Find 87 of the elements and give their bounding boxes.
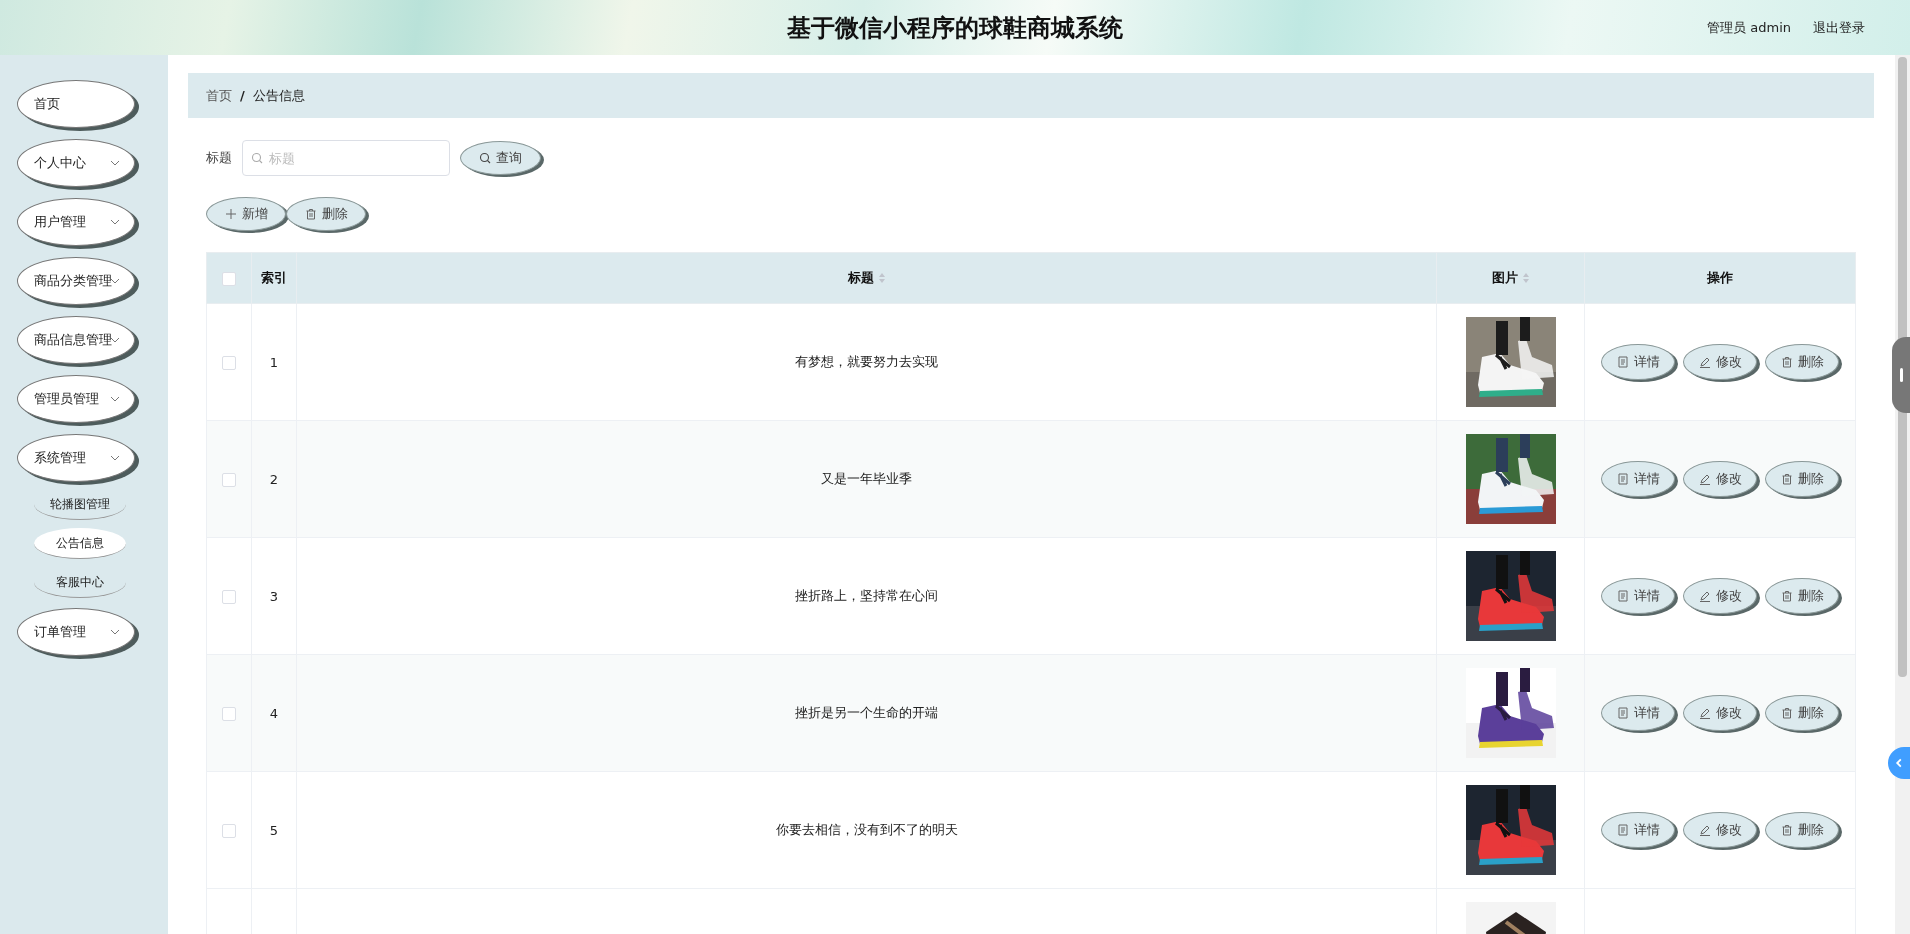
column-header[interactable]: 标题 bbox=[296, 252, 1437, 304]
delete-button[interactable]: 删除 bbox=[1765, 812, 1839, 848]
pencil-icon bbox=[1698, 356, 1711, 368]
breadcrumb-link[interactable]: 公告信息 bbox=[252, 86, 305, 105]
trash-icon bbox=[1780, 707, 1793, 719]
column-header[interactable]: 图片 bbox=[1436, 252, 1585, 304]
site-title: 基于微信小程序的球鞋商城系统 bbox=[787, 12, 1123, 44]
breadcrumb-separator: / bbox=[240, 88, 245, 103]
table-cell: 又是一年毕业季 bbox=[821, 471, 912, 486]
sort-icon[interactable] bbox=[1521, 272, 1530, 284]
chevron-icon bbox=[110, 396, 120, 402]
delete-button[interactable]: 删除 bbox=[286, 197, 366, 231]
trash-icon bbox=[1780, 824, 1793, 836]
plus-icon bbox=[224, 208, 237, 220]
search-field[interactable]: 标题 bbox=[242, 140, 450, 176]
chevron-icon bbox=[110, 455, 120, 461]
pencil-icon bbox=[1698, 707, 1711, 719]
pencil-icon bbox=[1698, 473, 1711, 485]
trash-icon bbox=[304, 208, 317, 220]
table-cell: 3 bbox=[269, 588, 279, 604]
delete-button[interactable]: 删除 bbox=[1765, 578, 1839, 614]
collapse-tab[interactable] bbox=[1888, 747, 1910, 779]
table-cell: 挫折是另一个生命的开端 bbox=[795, 705, 938, 720]
add-button[interactable]: 新增 bbox=[206, 197, 286, 231]
trash-icon bbox=[1780, 473, 1793, 485]
detail-button[interactable]: 详情 bbox=[1601, 461, 1675, 497]
chevron-icon bbox=[110, 629, 120, 635]
logout-link[interactable]: 退出登录 bbox=[1813, 18, 1865, 37]
submenu-item[interactable]: 轮播图管理 bbox=[34, 489, 126, 520]
table-cell: 2 bbox=[269, 471, 279, 487]
search-button[interactable]: 查询 bbox=[460, 141, 541, 175]
submenu-item[interactable]: 客服中心 bbox=[34, 567, 126, 598]
search-icon bbox=[479, 152, 491, 164]
row-checkbox[interactable] bbox=[222, 472, 236, 487]
pencil-icon bbox=[1698, 824, 1711, 836]
edit-button[interactable]: 修改 bbox=[1683, 695, 1757, 731]
edit-button[interactable]: 修改 bbox=[1683, 344, 1757, 380]
detail-button[interactable]: 详情 bbox=[1601, 344, 1675, 380]
row-checkbox[interactable] bbox=[222, 706, 236, 721]
trash-icon bbox=[1780, 356, 1793, 368]
table-cell: 你要去相信，没有到不了的明天 bbox=[775, 822, 958, 837]
breadcrumb-link[interactable]: 首页 bbox=[206, 86, 232, 105]
document-icon bbox=[1616, 824, 1629, 836]
sidebar-item[interactable]: 商品信息管理 bbox=[17, 316, 135, 364]
table-cell: 5 bbox=[269, 822, 279, 838]
table-cell: 1 bbox=[269, 354, 279, 370]
table-cell: 挫折路上，坚持常在心间 bbox=[795, 588, 938, 603]
column-header[interactable]: 索引 bbox=[251, 252, 297, 304]
chevron-icon bbox=[110, 278, 120, 284]
drawer-handle[interactable] bbox=[1892, 337, 1910, 413]
table-cell: 有梦想，就要努力去实现 bbox=[795, 354, 938, 369]
sidebar-item[interactable]: 用户管理 bbox=[17, 198, 135, 246]
delete-button[interactable]: 删除 bbox=[1765, 695, 1839, 731]
delete-button[interactable]: 删除 bbox=[1765, 461, 1839, 497]
row-checkbox[interactable] bbox=[222, 355, 236, 370]
document-icon bbox=[1616, 356, 1629, 368]
edit-button[interactable]: 修改 bbox=[1683, 461, 1757, 497]
detail-button[interactable]: 详情 bbox=[1601, 695, 1675, 731]
document-icon bbox=[1616, 473, 1629, 485]
document-icon bbox=[1616, 707, 1629, 719]
chevron-icon bbox=[110, 337, 120, 343]
sidebar-item[interactable]: 管理员管理 bbox=[17, 375, 135, 423]
sidebar-item[interactable]: 个人中心 bbox=[17, 139, 135, 187]
delete-button[interactable]: 删除 bbox=[1765, 344, 1839, 380]
table-cell: 4 bbox=[269, 705, 279, 721]
sidebar-item[interactable]: 系统管理 bbox=[17, 434, 135, 482]
submenu-item[interactable]: 公告信息 bbox=[34, 528, 126, 559]
chevron-icon bbox=[110, 219, 120, 225]
sort-icon[interactable] bbox=[877, 272, 886, 284]
sidebar-item[interactable]: 首页 bbox=[17, 80, 135, 128]
search-icon bbox=[251, 152, 263, 164]
edit-button[interactable]: 修改 bbox=[1683, 578, 1757, 614]
sidebar-item[interactable]: 商品分类管理 bbox=[17, 257, 135, 305]
user-label: 管理员 admin bbox=[1707, 18, 1791, 37]
column-header[interactable]: 操作 bbox=[1584, 252, 1856, 304]
edit-button[interactable]: 修改 bbox=[1683, 812, 1757, 848]
detail-button[interactable]: 详情 bbox=[1601, 812, 1675, 848]
trash-icon bbox=[1780, 590, 1793, 602]
row-checkbox[interactable] bbox=[222, 589, 236, 604]
sidebar-item[interactable]: 订单管理 bbox=[17, 608, 135, 656]
detail-button[interactable]: 详情 bbox=[1601, 578, 1675, 614]
chevron-icon bbox=[110, 160, 120, 166]
select-all-checkbox[interactable] bbox=[222, 271, 236, 286]
pencil-icon bbox=[1698, 590, 1711, 602]
row-checkbox[interactable] bbox=[222, 823, 236, 838]
document-icon bbox=[1616, 590, 1629, 602]
search-label: 标题 bbox=[206, 149, 232, 167]
